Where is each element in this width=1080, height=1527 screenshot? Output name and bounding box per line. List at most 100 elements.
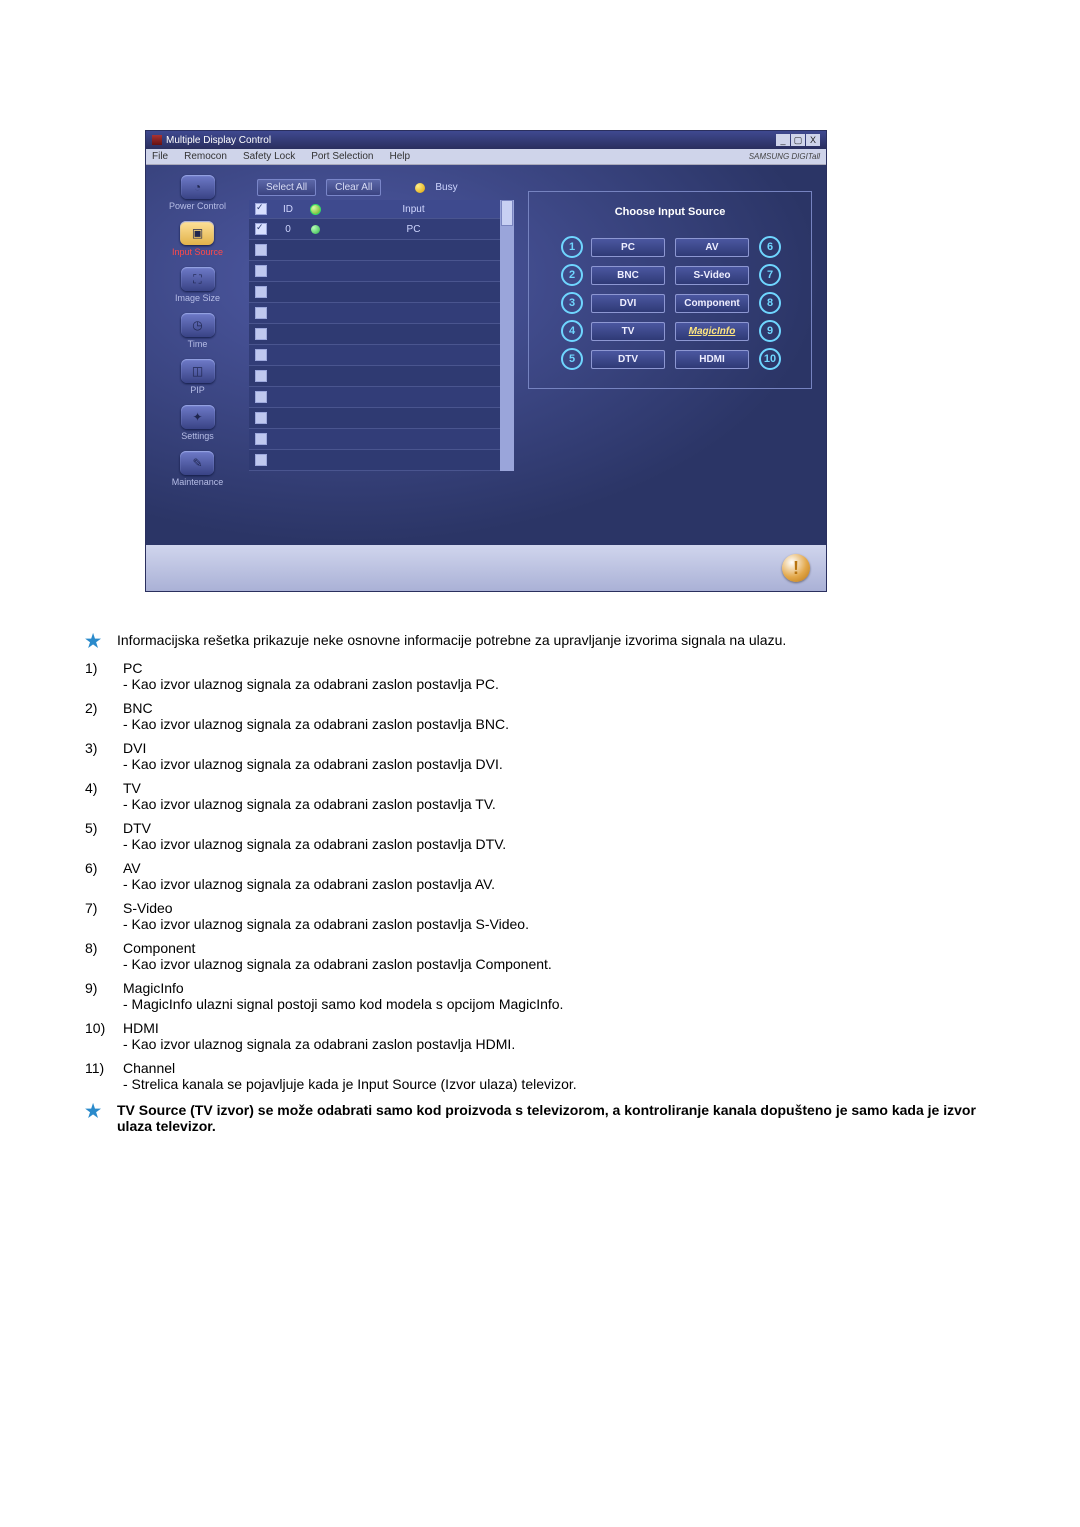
row-checkbox[interactable] [255,265,267,277]
maximize-button[interactable]: ▢ [791,134,805,146]
item-title: HDMI [123,1020,995,1036]
list-item: 11)Channel- Strelica kanala se pojavljuj… [85,1056,995,1096]
clear-all-button[interactable]: Clear All [326,179,381,196]
callout-8: 8 [759,292,781,314]
row-checkbox[interactable] [255,433,267,445]
item-title: Channel [123,1060,995,1076]
table-row[interactable] [249,366,500,387]
source-button-component[interactable]: Component [675,294,749,313]
table-row[interactable] [249,324,500,345]
source-button-magicinfo[interactable]: MagicInfo [675,322,749,341]
select-all-button[interactable]: Select All [257,179,316,196]
list-item: 7)S-Video- Kao izvor ulaznog signala za … [85,896,995,936]
row-checkbox[interactable] [255,286,267,298]
imagesize-icon: ⛶ [181,267,215,291]
sidebar-item-pip[interactable]: ◫ PIP [181,359,215,395]
table-row[interactable] [249,282,500,303]
sidebar-item-label: Settings [181,431,214,441]
list-item: 2)BNC- Kao izvor ulaznog signala za odab… [85,696,995,736]
app-icon [152,135,162,145]
item-number: 3) [85,740,113,756]
grid-header: ID Input [249,200,500,219]
item-description: - Kao izvor ulaznog signala za odabrani … [123,676,995,692]
status-ok-icon [311,225,320,234]
sidebar-item-label: Input Source [172,247,223,257]
item-description: - Kao izvor ulaznog signala za odabrani … [123,876,995,892]
maintenance-icon: ✎ [180,451,214,475]
sidebar-item-label: Power Control [169,201,226,211]
list-item: 5)DTV- Kao izvor ulaznog signala za odab… [85,816,995,856]
table-row[interactable] [249,345,500,366]
item-title: AV [123,860,995,876]
menu-file[interactable]: File [152,151,168,162]
item-number: 4) [85,780,113,796]
table-row[interactable] [249,408,500,429]
row-checkbox[interactable] [255,391,267,403]
sidebar-item-time[interactable]: ◷ Time [181,313,215,349]
item-description: - Kao izvor ulaznog signala za odabrani … [123,756,995,772]
table-row[interactable]: 0 PC [249,219,500,240]
row-input: PC [327,224,500,235]
sidebar-item-settings[interactable]: ✦ Settings [181,405,215,441]
row-checkbox[interactable] [255,328,267,340]
sidebar-item-maintenance[interactable]: ✎ Maintenance [172,451,224,487]
row-checkbox[interactable] [255,349,267,361]
star-icon: ★ [85,632,105,650]
sidebar-item-label: Image Size [175,293,220,303]
table-row[interactable] [249,240,500,261]
item-description: - Kao izvor ulaznog signala za odabrani … [123,796,995,812]
source-button-dtv[interactable]: DTV [591,350,665,369]
minimize-button[interactable]: _ [776,134,790,146]
table-row[interactable] [249,429,500,450]
row-checkbox[interactable] [255,244,267,256]
grid-header-input: Input [327,204,500,215]
row-id: 0 [273,224,303,235]
grid-toolbar: Select All Clear All Busy [249,175,514,200]
item-title: PC [123,660,995,676]
table-row[interactable] [249,261,500,282]
table-row[interactable] [249,303,500,324]
source-button-tv[interactable]: TV [591,322,665,341]
close-button[interactable]: X [806,134,820,146]
list-item: 8)Component- Kao izvor ulaznog signala z… [85,936,995,976]
source-button-hdmi[interactable]: HDMI [675,350,749,369]
source-button-s-video[interactable]: S-Video [675,266,749,285]
item-title: S-Video [123,900,995,916]
item-description: - Kao izvor ulaznog signala za odabrani … [123,956,995,972]
sidebar-item-input-source[interactable]: ▣ Input Source [172,221,223,257]
titlebar: Multiple Display Control _ ▢ X [146,131,826,149]
item-title: Component [123,940,995,956]
menu-help[interactable]: Help [389,151,410,162]
callout-10: 10 [759,348,781,370]
item-title: BNC [123,700,995,716]
row-checkbox[interactable] [255,412,267,424]
input-source-title: Choose Input Source [539,206,801,218]
row-checkbox[interactable] [255,454,267,466]
header-checkbox-icon[interactable] [255,203,267,215]
source-button-av[interactable]: AV [675,238,749,257]
menu-safety-lock[interactable]: Safety Lock [243,151,295,162]
row-checkbox[interactable] [255,370,267,382]
scrollbar[interactable] [500,200,514,471]
table-row[interactable] [249,450,500,471]
row-checkbox[interactable] [255,307,267,319]
menu-port-selection[interactable]: Port Selection [311,151,373,162]
item-number: 11) [85,1060,113,1076]
callout-6: 6 [759,236,781,258]
menu-remocon[interactable]: Remocon [184,151,227,162]
source-button-dvi[interactable]: DVI [591,294,665,313]
center-panel: Select All Clear All Busy ID Input [249,165,514,545]
row-checkbox[interactable] [255,223,267,235]
source-button-pc[interactable]: PC [591,238,665,257]
item-number: 1) [85,660,113,676]
sidebar-item-image-size[interactable]: ⛶ Image Size [175,267,220,303]
source-button-bnc[interactable]: BNC [591,266,665,285]
item-title: MagicInfo [123,980,995,996]
scroll-thumb[interactable] [501,200,513,226]
sidebar-item-power-control[interactable]: ◔ Power Control [169,175,226,211]
item-title: DVI [123,740,995,756]
input-icon: ▣ [180,221,214,245]
star-icon: ★ [85,1102,105,1120]
grid-header-id: ID [273,204,303,215]
table-row[interactable] [249,387,500,408]
